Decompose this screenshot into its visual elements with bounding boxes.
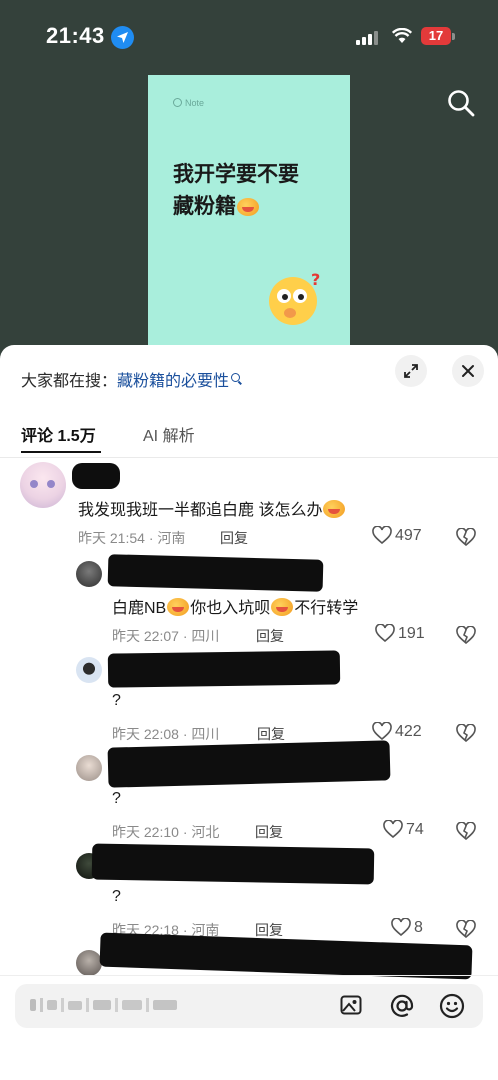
- note-title-line2: 藏粉籍: [173, 195, 236, 218]
- like-button[interactable]: 74: [383, 819, 424, 839]
- search-icon: [231, 373, 241, 382]
- note-logo: Note: [173, 98, 204, 108]
- redacted-username: [107, 554, 324, 592]
- redacted-username: [91, 843, 375, 885]
- like-count: 422: [395, 723, 422, 740]
- wifi-icon: [391, 27, 413, 49]
- reply-button[interactable]: 回复: [255, 920, 283, 940]
- comment-text: 白鹿NB 你也入坑呗 不行转学: [112, 598, 359, 617]
- expand-button[interactable]: [395, 355, 427, 387]
- broken-heart-icon: [456, 527, 476, 547]
- broken-heart-icon: [456, 625, 476, 645]
- broken-heart-icon: [456, 919, 476, 939]
- like-count: 74: [406, 821, 424, 838]
- drooling-emoji-icon: [323, 500, 346, 518]
- close-button[interactable]: [452, 355, 484, 387]
- reply-button[interactable]: 回复: [255, 822, 283, 842]
- comment-sheet: 大家都在搜：藏粉籍的必要性 评论 1.5万 AI 解析 我发现我班一半都追白鹿 …: [0, 345, 498, 1080]
- astonished-emoji-icon: [167, 598, 190, 616]
- like-count: 191: [398, 625, 425, 642]
- status-time: 21:43: [46, 23, 105, 48]
- comment-meta: 昨天 21:54 · 河南: [78, 530, 186, 546]
- heart-icon: [383, 819, 403, 839]
- dislike-button[interactable]: [456, 723, 476, 747]
- redacted-username: [99, 932, 473, 980]
- avatar[interactable]: [76, 561, 102, 587]
- signal-icon: [356, 31, 380, 45]
- thinking-face-emoji-icon: ?: [269, 271, 320, 325]
- note-title: 我开学要不要 藏粉籍: [173, 159, 299, 223]
- svg-text:?: ?: [311, 271, 320, 289]
- video-area[interactable]: 21:43 17 Note 我开学要不要 藏粉籍 ?: [0, 0, 498, 360]
- like-count: 8: [414, 919, 423, 936]
- search-suggestion-keyword[interactable]: 藏粉籍的必要性: [117, 373, 229, 390]
- reply-button[interactable]: 回复: [256, 626, 284, 646]
- broken-heart-icon: [456, 723, 476, 743]
- dislike-button[interactable]: [456, 821, 476, 845]
- redacted-username: [107, 650, 341, 688]
- note-image: Note 我开学要不要 藏粉籍 ?: [148, 75, 350, 360]
- drooling-emoji-icon: [237, 198, 259, 216]
- heart-icon: [372, 525, 392, 545]
- avatar[interactable]: [20, 462, 66, 508]
- emoji-icon[interactable]: [439, 993, 465, 1024]
- close-icon: [462, 365, 474, 377]
- location-arrow-icon: [111, 26, 134, 49]
- comment-meta: 昨天 22:10 · 河北: [112, 824, 220, 840]
- redacted-username: [72, 463, 120, 489]
- dislike-button[interactable]: [456, 625, 476, 649]
- avatar[interactable]: [76, 950, 102, 976]
- comment-meta: 昨天 22:08 · 四川: [112, 726, 220, 742]
- like-button[interactable]: 422: [372, 721, 422, 741]
- search-suggestion[interactable]: 大家都在搜：藏粉籍的必要性: [21, 367, 241, 391]
- status-bar: 21:43 17: [0, 0, 498, 72]
- heart-icon: [391, 917, 411, 937]
- heart-icon: [375, 623, 395, 643]
- battery-tip: [452, 33, 455, 40]
- comment-text: 我发现我班一半都追白鹿 该怎么办: [78, 496, 346, 520]
- comment-input-placeholder: [30, 996, 180, 1018]
- comment-text: ?: [112, 692, 121, 709]
- like-button[interactable]: 191: [375, 623, 425, 643]
- at-icon[interactable]: [389, 993, 415, 1024]
- tab-underline: [21, 451, 101, 453]
- comment-text: ?: [112, 790, 121, 807]
- broken-heart-icon: [456, 821, 476, 841]
- comment-meta: 昨天 22:07 · 四川: [112, 628, 220, 644]
- comment-text: ?: [112, 888, 121, 905]
- redacted-username: [107, 740, 391, 788]
- note-title-line1: 我开学要不要: [173, 163, 299, 186]
- divider: [0, 457, 498, 458]
- comment-input[interactable]: [15, 984, 483, 1028]
- reply-button[interactable]: 回复: [220, 528, 248, 548]
- laughing-emoji-icon: [271, 598, 294, 616]
- avatar[interactable]: [76, 657, 102, 683]
- heart-icon: [372, 721, 392, 741]
- image-icon[interactable]: [339, 993, 363, 1022]
- tab-comments[interactable]: 评论 1.5万: [21, 422, 96, 446]
- dislike-button[interactable]: [456, 527, 476, 551]
- reply-button[interactable]: 回复: [257, 724, 285, 744]
- avatar[interactable]: [76, 755, 102, 781]
- divider: [0, 975, 498, 976]
- like-count: 497: [395, 527, 422, 544]
- dislike-button[interactable]: [456, 919, 476, 943]
- search-icon[interactable]: [446, 88, 476, 123]
- like-button[interactable]: 497: [372, 525, 422, 545]
- search-suggestion-prefix: 大家都在搜：: [21, 373, 118, 390]
- battery-level: 17: [421, 27, 451, 45]
- tab-ai-analysis[interactable]: AI 解析: [143, 422, 195, 446]
- like-button[interactable]: 8: [391, 917, 423, 937]
- expand-icon: [404, 364, 418, 378]
